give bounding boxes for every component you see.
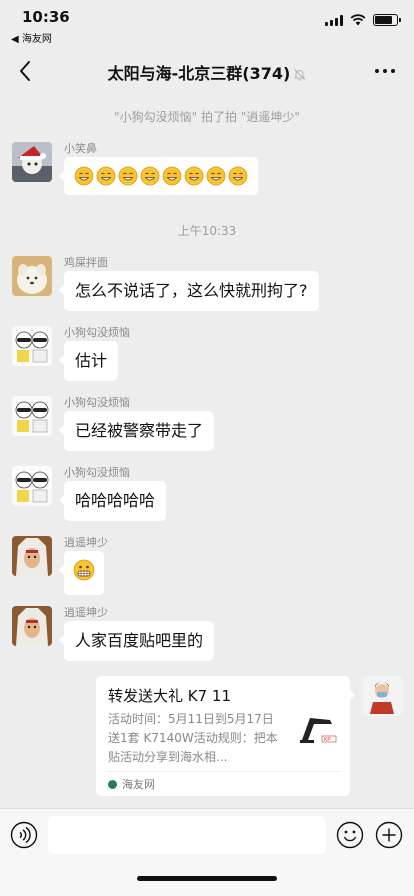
input-bar: [0, 808, 414, 896]
avatar[interactable]: [12, 256, 52, 296]
system-icons: [325, 14, 401, 26]
grimacing-face-icon: [73, 559, 95, 581]
avatar[interactable]: [12, 536, 52, 576]
emoji-row: [74, 166, 248, 186]
pat-notice: "小狗勾没烦恼" 拍了拍 "逍遥坤少": [114, 110, 300, 124]
self-avatar[interactable]: [362, 676, 402, 716]
voice-icon[interactable]: [10, 821, 38, 849]
emoji-icon[interactable]: [336, 821, 364, 849]
grinning-face-icon: [184, 166, 204, 186]
chat-header: 太阳与海-北京三群(374): [0, 48, 414, 94]
message-bubble[interactable]: 人家百度贴吧里的: [58, 621, 215, 661]
timestamp: 上午10:33: [177, 224, 237, 238]
grinning-face-icon: [206, 166, 226, 186]
message-bubble[interactable]: [59, 551, 104, 595]
battery-icon: [373, 14, 401, 26]
chat-title-text: 太阳与海-北京三群(374): [107, 64, 291, 83]
status-time: 10:36: [22, 8, 70, 26]
grinning-face-icon: [74, 166, 94, 186]
message-input[interactable]: [48, 816, 326, 854]
message-bubble[interactable]: 哈哈哈哈哈: [58, 481, 167, 521]
sender-name: 小狗勾没烦恼: [64, 396, 130, 409]
avatar[interactable]: [12, 142, 52, 182]
grinning-face-icon: [118, 166, 138, 186]
home-indicator: [137, 876, 277, 881]
message-bubble[interactable]: 怎么不说话了，这么快就刑拘了?: [59, 271, 319, 311]
grinning-face-icon: [228, 166, 248, 186]
sender-name: 逍遥坤少: [64, 606, 108, 619]
product-thumbnail-icon: KP: [296, 710, 340, 754]
card-source-label: 海友网: [122, 778, 155, 791]
card-source: 海友网: [108, 776, 155, 792]
avatar[interactable]: [12, 326, 52, 366]
more-dots-icon[interactable]: [372, 58, 398, 84]
back-to-app-link[interactable]: ◀ 海友网: [11, 30, 52, 45]
message-bubble[interactable]: 已经被警察带走了: [58, 411, 215, 451]
shared-link-card[interactable]: 转发送大礼 K7 11 活动时间：5月11日到5月17日送1套 K7140W活动…: [96, 676, 355, 796]
sender-name: 鸡屎拌面: [64, 256, 108, 269]
card-description: 活动时间：5月11日到5月17日送1套 K7140W活动规则：把本贴活动分享到海…: [108, 712, 278, 764]
message-bubble[interactable]: [59, 157, 258, 195]
mute-bell-icon: [294, 69, 306, 81]
grinning-face-icon: [140, 166, 160, 186]
chat-title: 太阳与海-北京三群(374): [0, 60, 414, 84]
status-bar: 10:36 ◀ 海友网: [0, 0, 414, 45]
message-list[interactable]: "小狗勾没烦恼" 拍了拍 "逍遥坤少" 小笑鼻 上午10:33 鸡屎拌面 怎么不…: [0, 94, 414, 808]
avatar[interactable]: [12, 606, 52, 646]
message-bubble[interactable]: 估计: [58, 341, 119, 381]
source-logo-icon: [108, 779, 117, 789]
card-divider: [108, 771, 340, 772]
sender-name: 逍遥坤少: [64, 536, 108, 549]
sender-name: 小狗勾没烦恼: [64, 326, 130, 339]
plus-icon[interactable]: [375, 821, 403, 849]
svg-text:KP: KP: [324, 737, 331, 743]
cellular-signal-icon: [325, 14, 343, 26]
sender-name: 小笑鼻: [64, 142, 97, 155]
wifi-icon: [350, 14, 366, 26]
sender-name: 小狗勾没烦恼: [64, 466, 130, 479]
avatar[interactable]: [12, 396, 52, 436]
grinning-face-icon: [96, 166, 116, 186]
grinning-face-icon: [162, 166, 182, 186]
avatar[interactable]: [12, 466, 52, 506]
card-title: 转发送大礼 K7 11: [108, 687, 232, 705]
